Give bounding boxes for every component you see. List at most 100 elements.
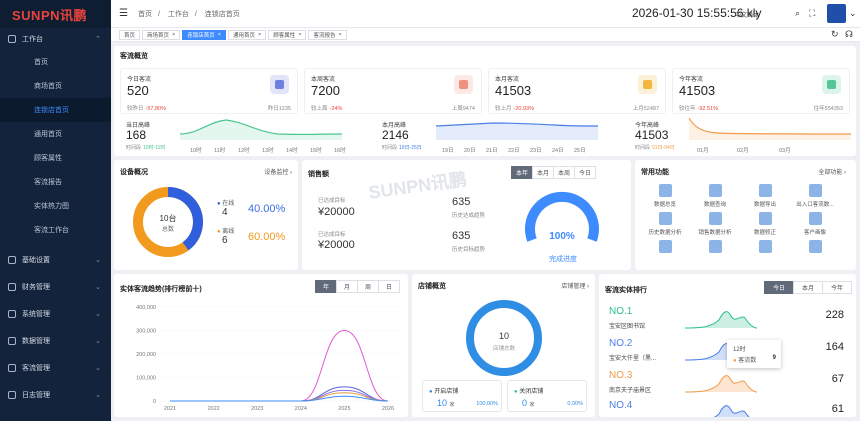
ranking-no: NO.1: [609, 306, 633, 317]
menu-group-system[interactable]: 系统管理 ⌄: [0, 300, 111, 327]
device-monitor-link[interactable]: 设备监控 ›: [264, 167, 292, 176]
sidebar-item-traffic-workbench[interactable]: 客流工作台: [0, 218, 111, 242]
sales-tab-month[interactable]: 本月: [532, 166, 554, 179]
stat-card-compare: 较往年 -92.51%: [679, 106, 719, 112]
sidebar-item-heatmap[interactable]: 实体热力图: [0, 194, 111, 218]
sidebar-item-chain-home[interactable]: 连锁店首页: [0, 98, 111, 122]
peak-tick-label: 10时: [190, 146, 202, 154]
breadcrumb-item: 连锁店首页: [204, 10, 240, 18]
quick-function-item[interactable]: [693, 240, 737, 256]
support-icon[interactable]: ☊: [845, 29, 853, 40]
trend-tab-month[interactable]: 月: [336, 280, 358, 293]
store-manage-link[interactable]: 店铺管理 ›: [561, 281, 589, 290]
quick-function-icon: [758, 184, 772, 197]
quick-function-icon: [658, 184, 672, 197]
menu-group-data[interactable]: 数据管理 ⌄: [0, 327, 111, 354]
menu-group-log[interactable]: 日志管理 ⌄: [0, 381, 111, 408]
close-icon[interactable]: ×: [218, 32, 221, 38]
sidebar-item-mall-home[interactable]: 商场首页: [0, 74, 111, 98]
ranking-value: 67: [831, 373, 844, 385]
quick-functions-title: 常用功能: [641, 169, 669, 176]
ranking-tab-year[interactable]: 今年: [822, 281, 852, 294]
quick-function-item[interactable]: [793, 240, 837, 256]
gear-icon: [8, 255, 16, 264]
menu-toggle-icon[interactable]: ☰: [119, 8, 128, 19]
ranking-tab-today[interactable]: 今日: [764, 281, 794, 294]
quick-function-item[interactable]: 历史数据分析: [643, 212, 687, 236]
ranking-row[interactable]: NO.3 南京夫子庙景区 67: [599, 368, 856, 398]
ranking-row[interactable]: NO.4 61: [599, 398, 856, 417]
sales-period-tabs: 本年 本月 本周 今日: [511, 166, 596, 179]
peak-tick-label: 23日: [530, 147, 542, 154]
close-icon[interactable]: ×: [298, 32, 301, 38]
tab-general-home[interactable]: 通用首页 ×: [227, 29, 267, 40]
ranking-row[interactable]: NO.1 宝安区图书馆 228: [599, 304, 856, 334]
quick-function-item[interactable]: 数据查询: [693, 184, 737, 208]
closed-stores-card: ● 关闭店铺 0 家 0.00%: [507, 380, 587, 412]
quick-function-item[interactable]: [643, 240, 687, 256]
sidebar-item-customer-attr[interactable]: 顾客属性: [0, 146, 111, 170]
quick-function-item[interactable]: 客户画像: [793, 212, 837, 236]
tab-chain-home[interactable]: 连锁店首页 ×: [182, 29, 226, 40]
open-stores-count: 10 家: [437, 398, 455, 408]
breadcrumb-item[interactable]: 工作台: [168, 11, 189, 18]
sales-title: 销售额: [308, 171, 329, 178]
search-icon[interactable]: ⌕: [795, 8, 800, 19]
stat-card: 本月客流 41503 较上月 -20.93% 上月52487: [488, 68, 666, 114]
menu-group-basic-settings[interactable]: 基础设置 ⌄: [0, 246, 111, 273]
tab-home[interactable]: 首页: [119, 29, 141, 40]
sales-tab-today[interactable]: 今日: [574, 166, 596, 179]
tab-customer-attr[interactable]: 顾客属性 ×: [268, 29, 307, 40]
peak-tick-label: 24日: [552, 147, 564, 154]
quick-function-item[interactable]: 数据总览: [643, 184, 687, 208]
quick-functions-panel: 常用功能 全部功能 › 数据总览 数据查询 数据导出 出入口客流数... 历史数据分析 销…: [635, 160, 856, 270]
sales-tab-week[interactable]: 本周: [553, 166, 575, 179]
tab-traffic-report[interactable]: 客流报告 ×: [308, 29, 347, 40]
refresh-icon[interactable]: ↻: [831, 29, 839, 40]
quick-function-item[interactable]: 销售数据分析: [693, 212, 737, 236]
sidebar-item-traffic-report[interactable]: 客流报告: [0, 170, 111, 194]
quick-function-label: 销售数据分析: [698, 230, 732, 236]
trend-tab-year[interactable]: 年: [315, 280, 337, 293]
ranking-no: NO.4: [609, 400, 633, 411]
quick-function-item[interactable]: [743, 240, 787, 256]
stat-card-glyph: [459, 80, 468, 89]
sidebar-item-home[interactable]: 首页: [0, 50, 111, 74]
y-tick-label: 300,000: [136, 329, 156, 335]
language-select[interactable]: 中文简体: [735, 10, 759, 19]
all-functions-link[interactable]: 全部功能 ›: [818, 167, 846, 176]
peak-tick-label: 22日: [508, 147, 520, 154]
ranking-tab-month[interactable]: 本月: [793, 281, 823, 294]
menu-group-label: 客流管理: [22, 364, 50, 372]
avatar[interactable]: [827, 4, 846, 23]
stat-card-value: 7200: [311, 83, 340, 98]
quick-function-item[interactable]: 数据导出: [743, 184, 787, 208]
sales-tab-year[interactable]: 本年: [511, 166, 533, 179]
stat-card-previous: 上周9474: [451, 106, 475, 112]
tab-bar: 首页 商场首页 × 连锁店首页 × 通用首页 × 顾客属性 × 客流报告 × ↻ ☊: [111, 28, 860, 42]
menu-group-traffic[interactable]: 客流管理 ⌄: [0, 354, 111, 381]
device-donut: 10台 总数: [133, 187, 203, 257]
tab-mall-home[interactable]: 商场首页 ×: [142, 29, 181, 40]
trend-tab-week[interactable]: 周: [357, 280, 379, 293]
trend-tab-day[interactable]: 日: [378, 280, 400, 293]
close-icon[interactable]: ×: [258, 32, 261, 38]
ranking-value: 228: [825, 309, 844, 321]
close-icon[interactable]: ×: [338, 32, 341, 38]
store-title: 店铺概览: [418, 283, 446, 290]
menu-group-workbench[interactable]: 工作台 ⌃: [0, 28, 111, 50]
menu-group-finance[interactable]: 财务管理 ⌄: [0, 273, 111, 300]
quick-function-item[interactable]: 出入口客流数...: [793, 184, 837, 208]
quick-function-icon: [658, 212, 672, 225]
quick-function-item[interactable]: 数据修正: [743, 212, 787, 236]
close-icon[interactable]: ×: [172, 32, 175, 38]
store-total-label: 店铺总数: [493, 344, 516, 352]
chevron-down-icon[interactable]: ⌄: [849, 8, 857, 19]
fullscreen-icon[interactable]: ⛶: [809, 8, 815, 19]
sidebar: SUNPN讯鹏 工作台 ⌃ 首页 商场首页 连锁店首页 通用首页 顾客属性 客流报…: [0, 0, 111, 421]
sidebar-item-general-home[interactable]: 通用首页: [0, 122, 111, 146]
quick-function-icon: [808, 240, 822, 253]
breadcrumb-item[interactable]: 首页: [138, 11, 152, 18]
ranking-name: 宝安区图书馆: [609, 324, 646, 330]
stat-card-previous: 昨日1235: [267, 106, 291, 112]
